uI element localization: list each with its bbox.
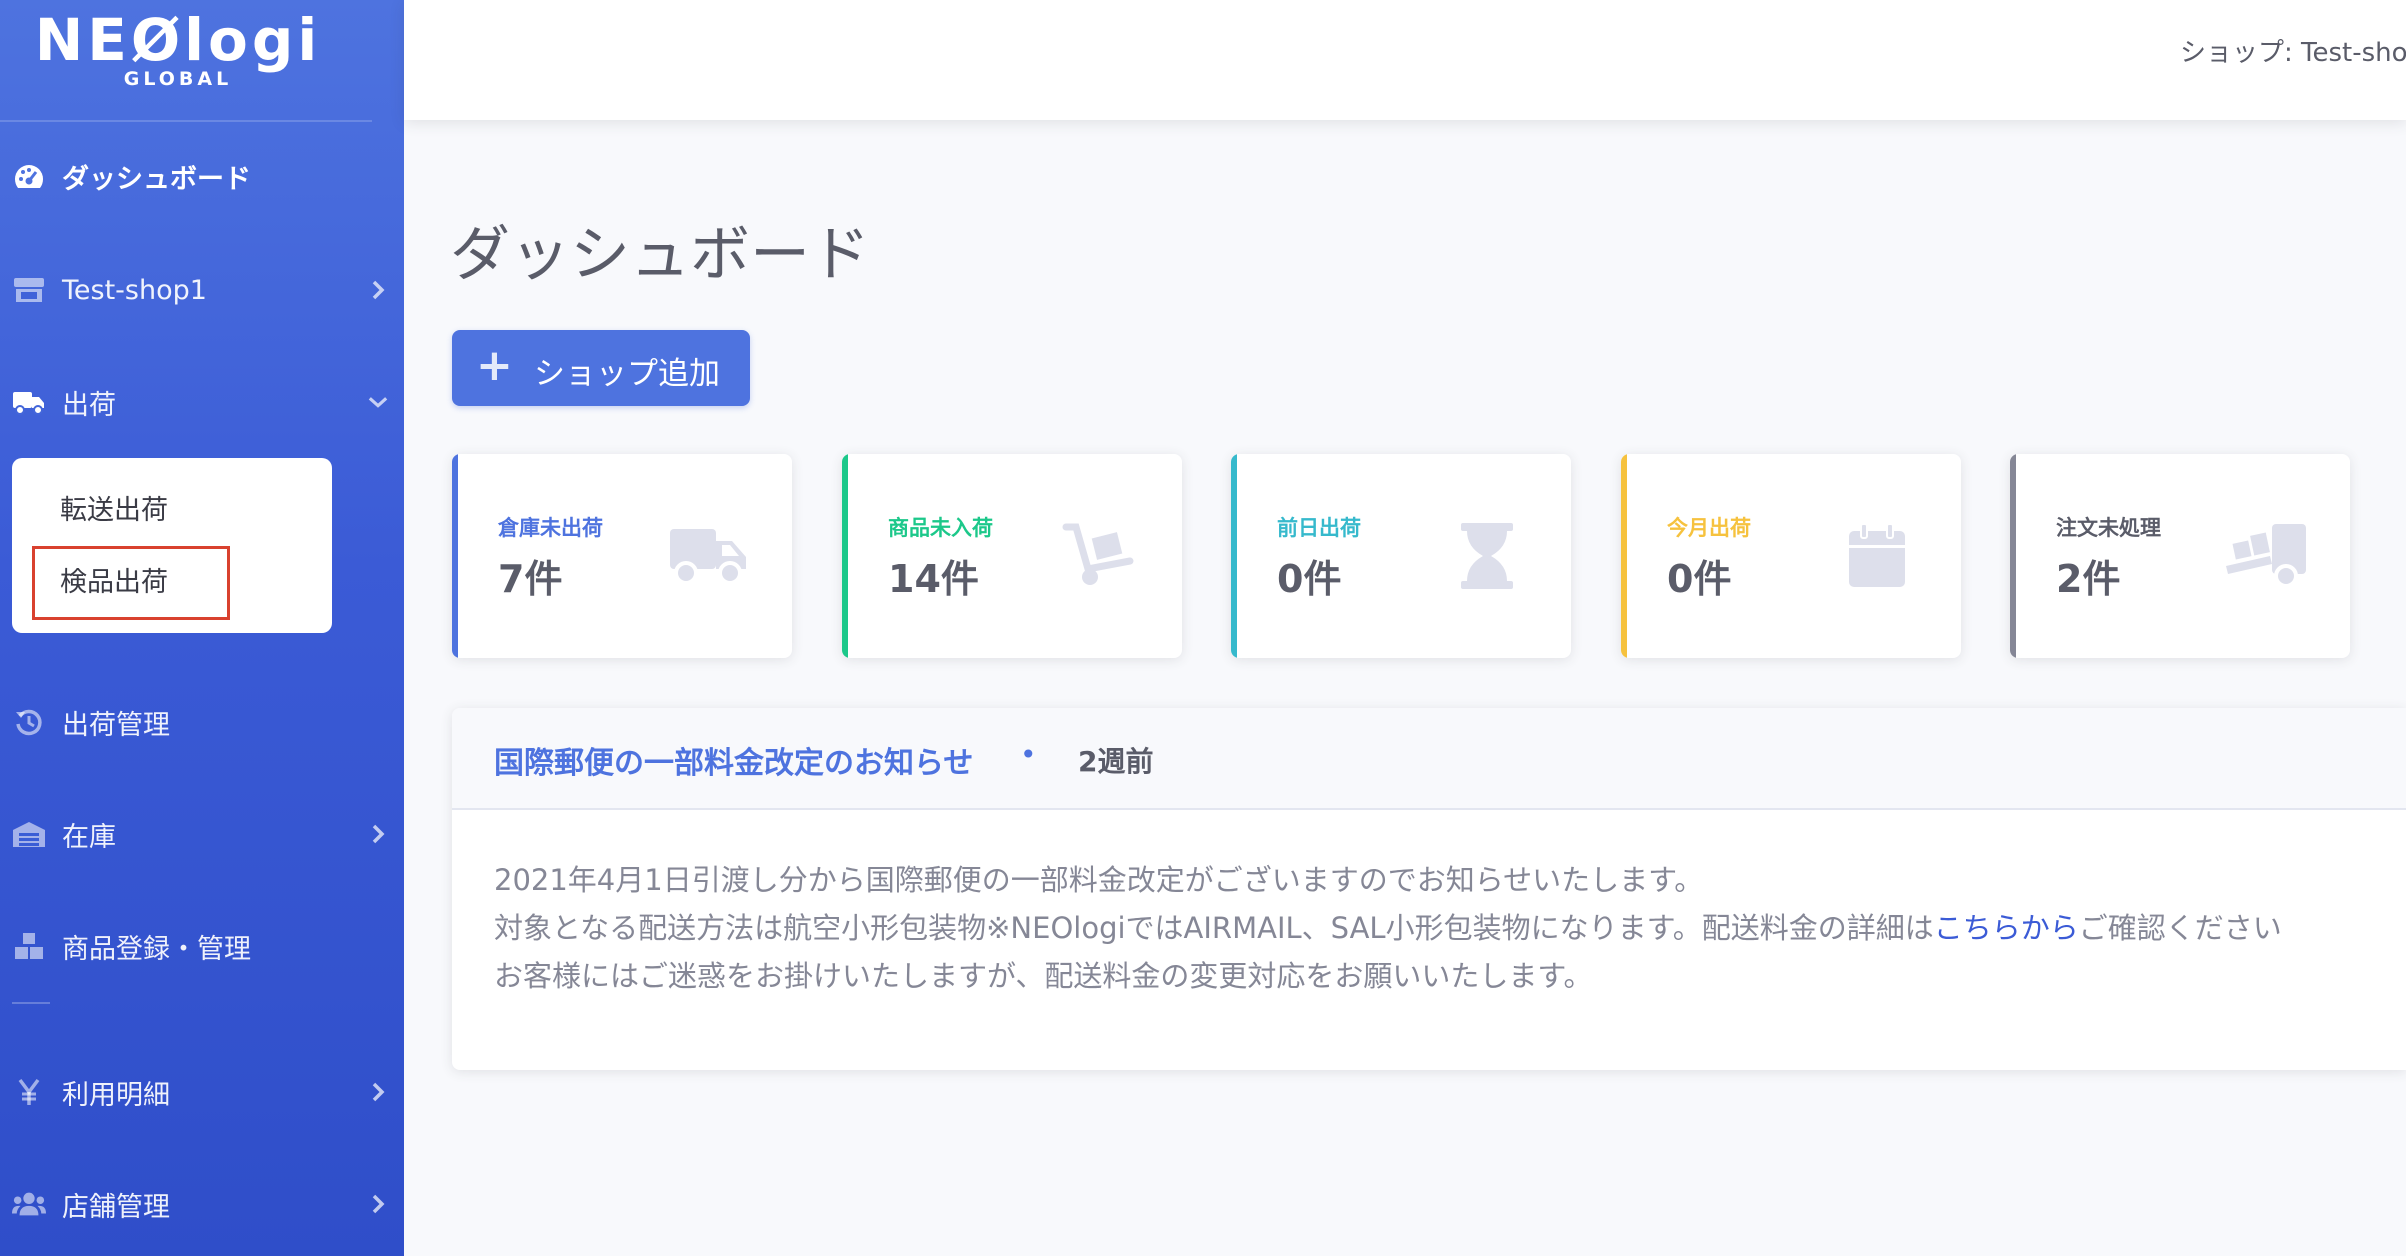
card-value: 0件 bbox=[1277, 557, 1342, 601]
shop-selector[interactable]: ショップ: Test-shop bbox=[2180, 32, 2406, 69]
notice-line-text: 対象となる配送方法は航空小形包装物※NEOlogiではAIRMAIL、SAL小形… bbox=[494, 911, 1934, 945]
card-title: 商品未入荷 bbox=[888, 516, 993, 540]
sidebar-item-label: 利用明細 bbox=[62, 1079, 170, 1111]
notice-card: 国際郵便の一部料金改定のお知らせ • 2週前 2021年4月1日引渡し分から国際… bbox=[452, 708, 2406, 1070]
notice-line: 対象となる配送方法は航空小形包装物※NEOlogiではAIRMAIL、SAL小形… bbox=[494, 904, 2282, 952]
brand-logo[interactable]: NEØlogi GLOBAL bbox=[0, 0, 404, 120]
card-accent bbox=[1621, 454, 1627, 658]
dolly-icon bbox=[1056, 518, 1140, 594]
brand-subtitle: GLOBAL bbox=[123, 68, 233, 90]
submenu-item-transfer-shipping[interactable]: 転送出荷 bbox=[60, 488, 168, 527]
sidebar-item-store-management[interactable]: 店舗管理 bbox=[0, 1174, 404, 1234]
history-icon bbox=[12, 707, 46, 737]
stat-card-product-not-arrived[interactable]: 商品未入荷 14件 bbox=[842, 454, 1182, 658]
notice-line: お客様にはご迷惑をお掛けいたしますが、配送料金の変更対応をお願いいたします。 bbox=[494, 959, 1593, 993]
sidebar-divider bbox=[12, 1002, 50, 1004]
add-shop-button[interactable]: + ショップ追加 bbox=[452, 330, 750, 406]
add-shop-button-label: ショップ追加 bbox=[534, 356, 720, 392]
notice-header: 国際郵便の一部料金改定のお知らせ • 2週前 bbox=[452, 708, 2406, 810]
stat-card-this-month-shipped[interactable]: 今月出荷 0件 bbox=[1621, 454, 1961, 658]
sidebar-item-test-shop1[interactable]: Test-shop1 bbox=[0, 260, 404, 320]
stat-card-previous-day-shipped[interactable]: 前日出荷 0件 bbox=[1231, 454, 1571, 658]
notice-body: 2021年4月1日引渡し分から国際郵便の一部料金改定がございますのでお知らせいた… bbox=[494, 856, 2282, 1000]
chevron-right-icon bbox=[368, 280, 388, 300]
tachometer-icon bbox=[12, 161, 46, 191]
sidebar-item-label: 店舗管理 bbox=[62, 1191, 170, 1223]
chevron-right-icon bbox=[368, 1082, 388, 1102]
card-title: 前日出荷 bbox=[1277, 516, 1361, 540]
boxes-icon bbox=[12, 931, 46, 961]
truck-loading-icon bbox=[2224, 518, 2308, 594]
plus-icon: + bbox=[476, 340, 513, 391]
card-accent bbox=[1231, 454, 1237, 658]
sidebar-item-shipping-management[interactable]: 出荷管理 bbox=[0, 692, 404, 752]
page-title: ダッシュボード bbox=[450, 220, 870, 290]
chevron-down-icon bbox=[368, 392, 388, 412]
card-value: 0件 bbox=[1667, 557, 1732, 601]
sidebar-item-label: 出荷 bbox=[62, 389, 116, 421]
stat-card-warehouse-unshipped[interactable]: 倉庫未出荷 7件 bbox=[452, 454, 792, 658]
card-value: 2件 bbox=[2056, 557, 2121, 601]
users-icon bbox=[12, 1189, 46, 1219]
sidebar-item-dashboard[interactable]: ダッシュボード bbox=[0, 146, 404, 206]
highlight-box bbox=[32, 546, 230, 620]
notice-line: 2021年4月1日引渡し分から国際郵便の一部料金改定がございますのでお知らせいた… bbox=[494, 863, 1704, 897]
notice-timestamp: 2週前 bbox=[1078, 745, 1154, 778]
card-title: 今月出荷 bbox=[1667, 516, 1751, 540]
chevron-right-icon bbox=[368, 824, 388, 844]
details-link[interactable]: こちらから bbox=[1934, 911, 2079, 945]
notice-separator: • bbox=[1020, 738, 1037, 771]
stat-card-order-unprocessed[interactable]: 注文未処理 2件 bbox=[2010, 454, 2350, 658]
notice-line-text: ご確認ください bbox=[2078, 911, 2282, 945]
card-value: 7件 bbox=[498, 557, 563, 601]
sidebar-item-usage-statement[interactable]: 利用明細 bbox=[0, 1062, 404, 1122]
sidebar-item-label: 在庫 bbox=[62, 821, 116, 853]
yen-icon bbox=[12, 1077, 46, 1107]
calendar-icon bbox=[1835, 518, 1919, 594]
sidebar-item-label: ダッシュボード bbox=[62, 163, 251, 195]
topbar: ショップ: Test-shop bbox=[404, 0, 2406, 120]
sidebar-item-label: 出荷管理 bbox=[62, 709, 170, 741]
store-icon bbox=[12, 275, 46, 305]
truck-icon bbox=[666, 518, 750, 594]
sidebar-divider bbox=[0, 120, 372, 122]
warehouse-icon bbox=[12, 819, 46, 849]
chevron-right-icon bbox=[368, 1194, 388, 1214]
hourglass-icon bbox=[1445, 518, 1529, 594]
card-title: 注文未処理 bbox=[2056, 516, 2161, 540]
truck-icon bbox=[12, 387, 46, 417]
card-title: 倉庫未出荷 bbox=[498, 516, 603, 540]
sidebar-item-shipping[interactable]: 出荷 bbox=[0, 372, 404, 432]
sidebar-item-label: Test-shop1 bbox=[62, 274, 207, 306]
sidebar-item-product-registration[interactable]: 商品登録・管理 bbox=[0, 916, 404, 976]
sidebar: NEØlogi GLOBAL ダッシュボード Test-shop1 出荷 転送出… bbox=[0, 0, 404, 1256]
notice-title-link[interactable]: 国際郵便の一部料金改定のお知らせ bbox=[494, 738, 973, 782]
card-accent bbox=[842, 454, 848, 658]
sidebar-item-inventory[interactable]: 在庫 bbox=[0, 804, 404, 864]
shipping-submenu: 転送出荷 検品出荷 bbox=[12, 458, 332, 633]
card-value: 14件 bbox=[888, 557, 979, 601]
card-accent bbox=[2010, 454, 2016, 658]
brand-name: NEØlogi bbox=[34, 6, 322, 74]
card-accent bbox=[452, 454, 458, 658]
sidebar-item-label: 商品登録・管理 bbox=[62, 933, 251, 965]
